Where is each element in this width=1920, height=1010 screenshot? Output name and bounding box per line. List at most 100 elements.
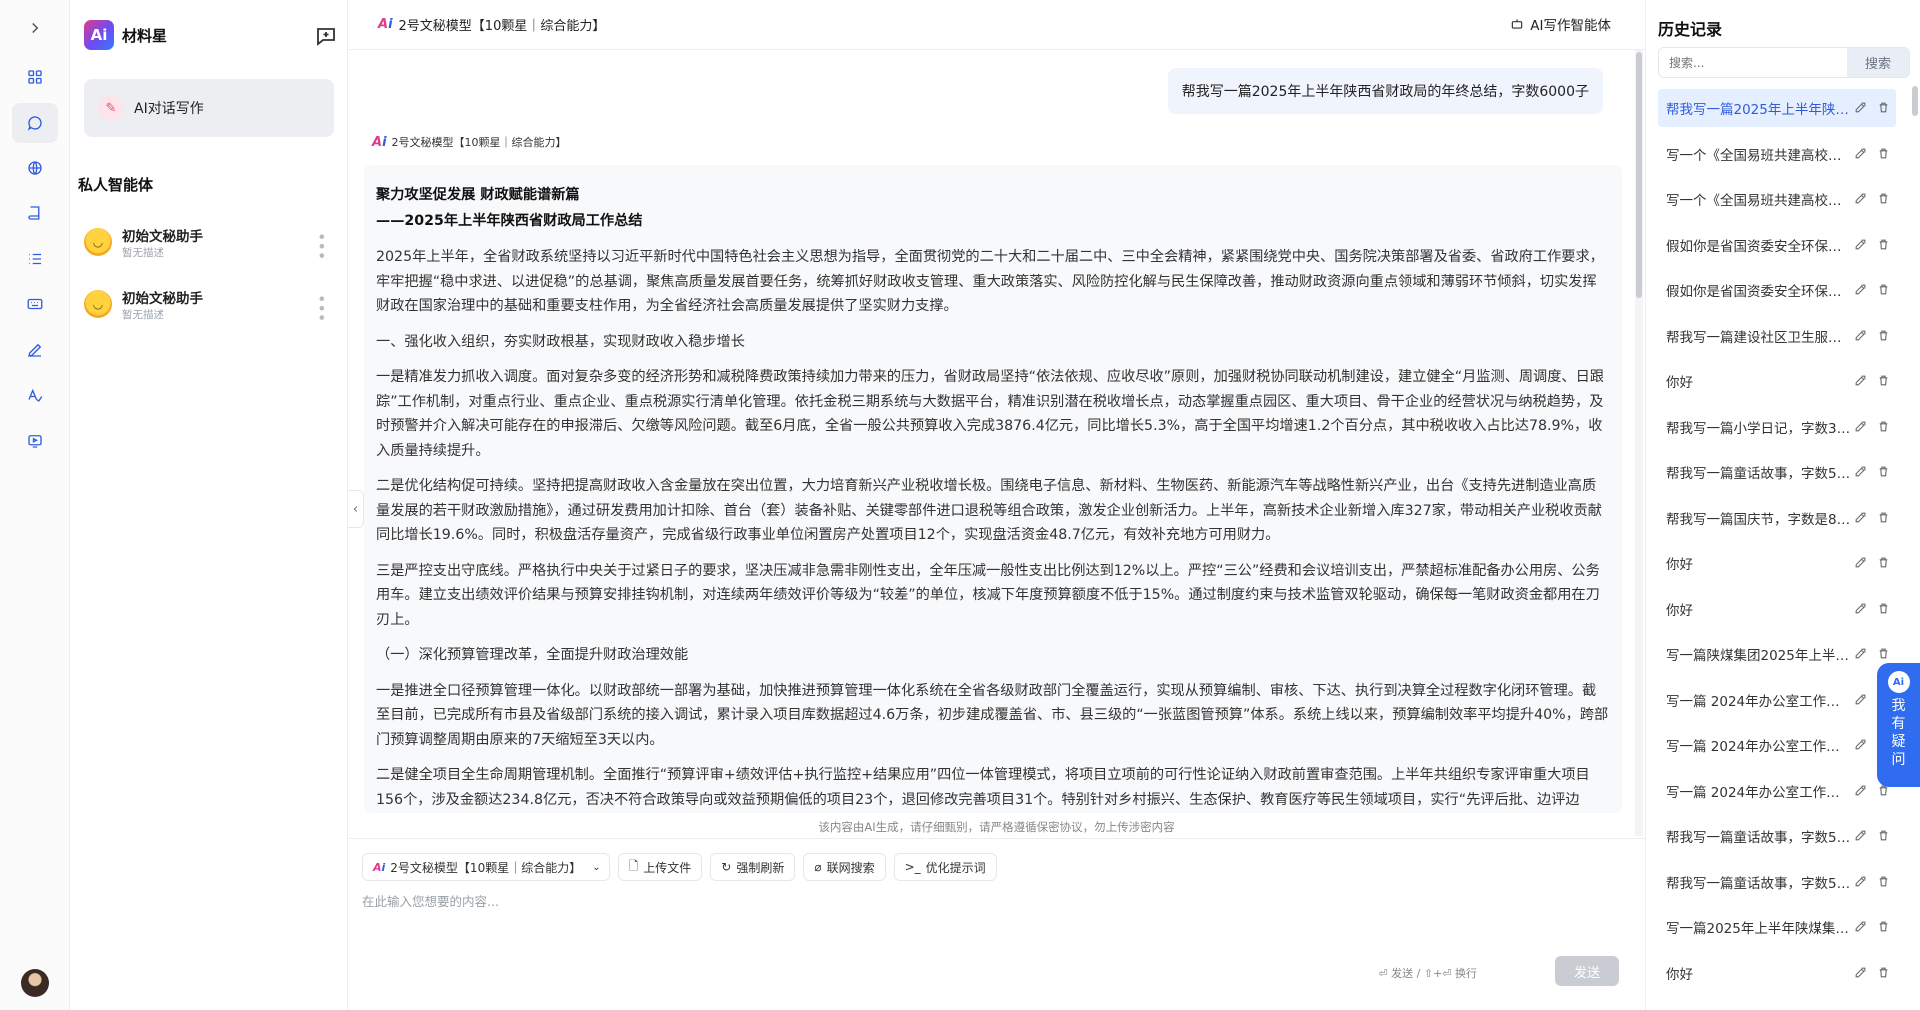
scrollbar-thumb[interactable] [1636,52,1642,298]
history-item-label: 写一个《全国易班共建高校网络思政工作》 [1666,147,1851,164]
avatar[interactable] [21,969,49,997]
edit-icon[interactable] [1854,966,1867,983]
edit-icon[interactable] [1854,647,1867,664]
chat-scrollbar[interactable] [1635,50,1643,836]
ai-agent-button[interactable]: AI写作智能体 [1510,14,1611,34]
edit-icon[interactable] [1854,693,1867,710]
trash-icon[interactable] [1877,329,1890,346]
pencil-icon: ✎ [98,95,124,121]
apps-icon[interactable] [12,57,58,97]
trash-icon[interactable] [1877,829,1890,846]
trash-icon[interactable] [1877,875,1890,892]
history-item[interactable]: 假如你是省国资委安全环保处的工作人员 [1658,271,1896,309]
edit-icon[interactable] [1854,556,1867,573]
edit-icon[interactable] [1854,374,1867,391]
agent-item[interactable]: ◡ 初始文秘助手 暂无描述 ••• [84,284,334,324]
trash-icon[interactable] [1877,147,1890,164]
history-item[interactable]: 帮我写一篇2025年上半年陕西省财政局的年终总结 [1658,89,1896,127]
history-item[interactable]: 写一篇陕煤集团2025年上半年工作总结 [1658,635,1896,673]
edit-icon[interactable] [1854,147,1867,164]
edit-icon[interactable] [1854,829,1867,846]
trash-icon[interactable] [1877,420,1890,437]
agent-desc: 暂无描述 [122,308,164,321]
edit-icon[interactable] [1854,738,1867,755]
history-item[interactable]: 写一个《全国易班共建高校网络思政工作》 [1658,135,1896,173]
history-item-label: 帮我写一篇童话故事，字数500字 [1666,830,1851,846]
globe-icon[interactable] [12,148,58,188]
help-float-button[interactable]: Ai 我有疑问 [1877,663,1920,787]
history-scrollbar[interactable] [1912,86,1918,116]
history-item[interactable]: 帮我写一篇童话故事，字数500字 [1658,863,1896,901]
edit-icon[interactable] [1854,238,1867,255]
response-paragraph: 三是严控支出守底线。严格执行中央关于过紧日子的要求，坚决压减非急需非刚性支出，全… [376,562,1600,628]
pen-icon[interactable] [12,330,58,370]
history-item[interactable]: 你好 [1658,362,1896,400]
edit-icon[interactable] [1854,602,1867,619]
edit-icon[interactable] [1854,465,1867,482]
edit-icon[interactable] [1854,511,1867,528]
history-item[interactable]: 帮我写一篇小学日记，字数300字 [1658,408,1896,446]
agent-item[interactable]: ◡ 初始文秘助手 暂无描述 ••• [84,222,334,262]
history-item[interactable]: 帮我写一篇童话故事，字数500字 [1658,817,1896,855]
trash-icon[interactable] [1877,374,1890,391]
trash-icon[interactable] [1877,192,1890,209]
trash-icon[interactable] [1877,556,1890,573]
model-select[interactable]: Ai 2号文秘模型【10颗星｜综合能力】 ⌄ [362,853,610,881]
video-icon[interactable] [12,421,58,461]
history-search-button[interactable]: 搜索 [1847,48,1909,77]
trash-icon[interactable] [1877,647,1890,664]
trash-icon[interactable] [1877,602,1890,619]
topbar: Ai 2号文秘模型【10颗星｜综合能力】 AI写作智能体 [348,0,1645,50]
edit-icon[interactable] [1854,784,1867,801]
ai-write-button[interactable]: ✎ AI对话写作 [84,79,334,137]
history-item[interactable]: 你好 [1658,544,1896,582]
trash-icon[interactable] [1877,283,1890,300]
trash-icon[interactable] [1877,920,1890,937]
history-item-label: 帮我写一篇小学日记，字数300字 [1666,420,1851,437]
history-item[interactable]: 写一篇 2024年办公室工作总结及2025年计划 [1658,726,1896,764]
optimize-prompt-button[interactable]: >_ 优化提示词 [893,853,997,881]
chat-icon[interactable] [12,103,58,143]
refresh-button[interactable]: ↻ 强制刷新 [710,853,796,881]
history-item[interactable]: 写一篇 2024年办公室工作总结及2025年计划 [1658,772,1896,810]
history-item[interactable]: 你好 [1658,590,1896,628]
upload-button[interactable]: 🗋 上传文件 [617,853,703,881]
history-item[interactable]: 你好 [1658,954,1896,992]
edit-icon[interactable] [1854,101,1867,118]
history-item[interactable]: 帮我写一篇童话故事，字数500字 [1658,453,1896,491]
message-input[interactable]: 在此输入您想要的内容... [362,891,499,910]
history-item[interactable]: 帮我写一篇国庆节，字数是800字 [1658,499,1896,537]
collapse-sidebar-button[interactable]: ‹ [348,490,364,528]
keyboard-icon[interactable] [12,284,58,324]
send-button[interactable]: 发送 [1555,956,1619,986]
edit-icon[interactable] [1854,920,1867,937]
web-search-toggle[interactable]: ⌀ 联网搜索 [803,853,886,881]
edit-icon[interactable] [1854,875,1867,892]
history-item[interactable]: 写一篇 2024年办公室工作总结及2025年计划 [1658,681,1896,719]
trash-icon[interactable] [1877,966,1890,983]
trash-icon[interactable] [1877,511,1890,528]
expand-icon[interactable] [12,8,58,48]
trash-icon[interactable] [1877,238,1890,255]
history-item[interactable]: 帮我写一篇建设社区卫生服务中心的方案 [1658,317,1896,355]
model-title[interactable]: Ai 2号文秘模型【10颗星｜综合能力】 [378,15,605,34]
trash-icon[interactable] [1877,465,1890,482]
history-item[interactable]: 写一篇2025年上半年陕煤集团工作总结 [1658,908,1896,946]
history-item[interactable]: 写一个《全国易班共建高校网络思政工作》 [1658,180,1896,218]
more-icon[interactable]: ••• [312,294,331,322]
edit-icon[interactable] [1854,329,1867,346]
list-icon[interactable] [12,239,58,279]
new-chat-icon[interactable] [314,24,338,48]
history-item-label: 写一篇 2024年办公室工作总结及2025年计划 [1666,739,1851,755]
trash-icon[interactable] [1877,101,1890,118]
edit-icon[interactable] [1854,283,1867,300]
history-search-input[interactable] [1659,48,1847,77]
more-icon[interactable]: ••• [312,232,331,260]
agent-emoji-icon: ◡ [84,228,112,256]
edit-icon[interactable] [1854,420,1867,437]
edit-icon[interactable] [1854,192,1867,209]
book-icon[interactable] [12,193,58,233]
translate-icon[interactable] [12,375,58,415]
history-item[interactable]: 假如你是省国资委安全环保处的工作人员 [1658,226,1896,264]
chevron-down-icon: ⌄ [592,861,601,873]
